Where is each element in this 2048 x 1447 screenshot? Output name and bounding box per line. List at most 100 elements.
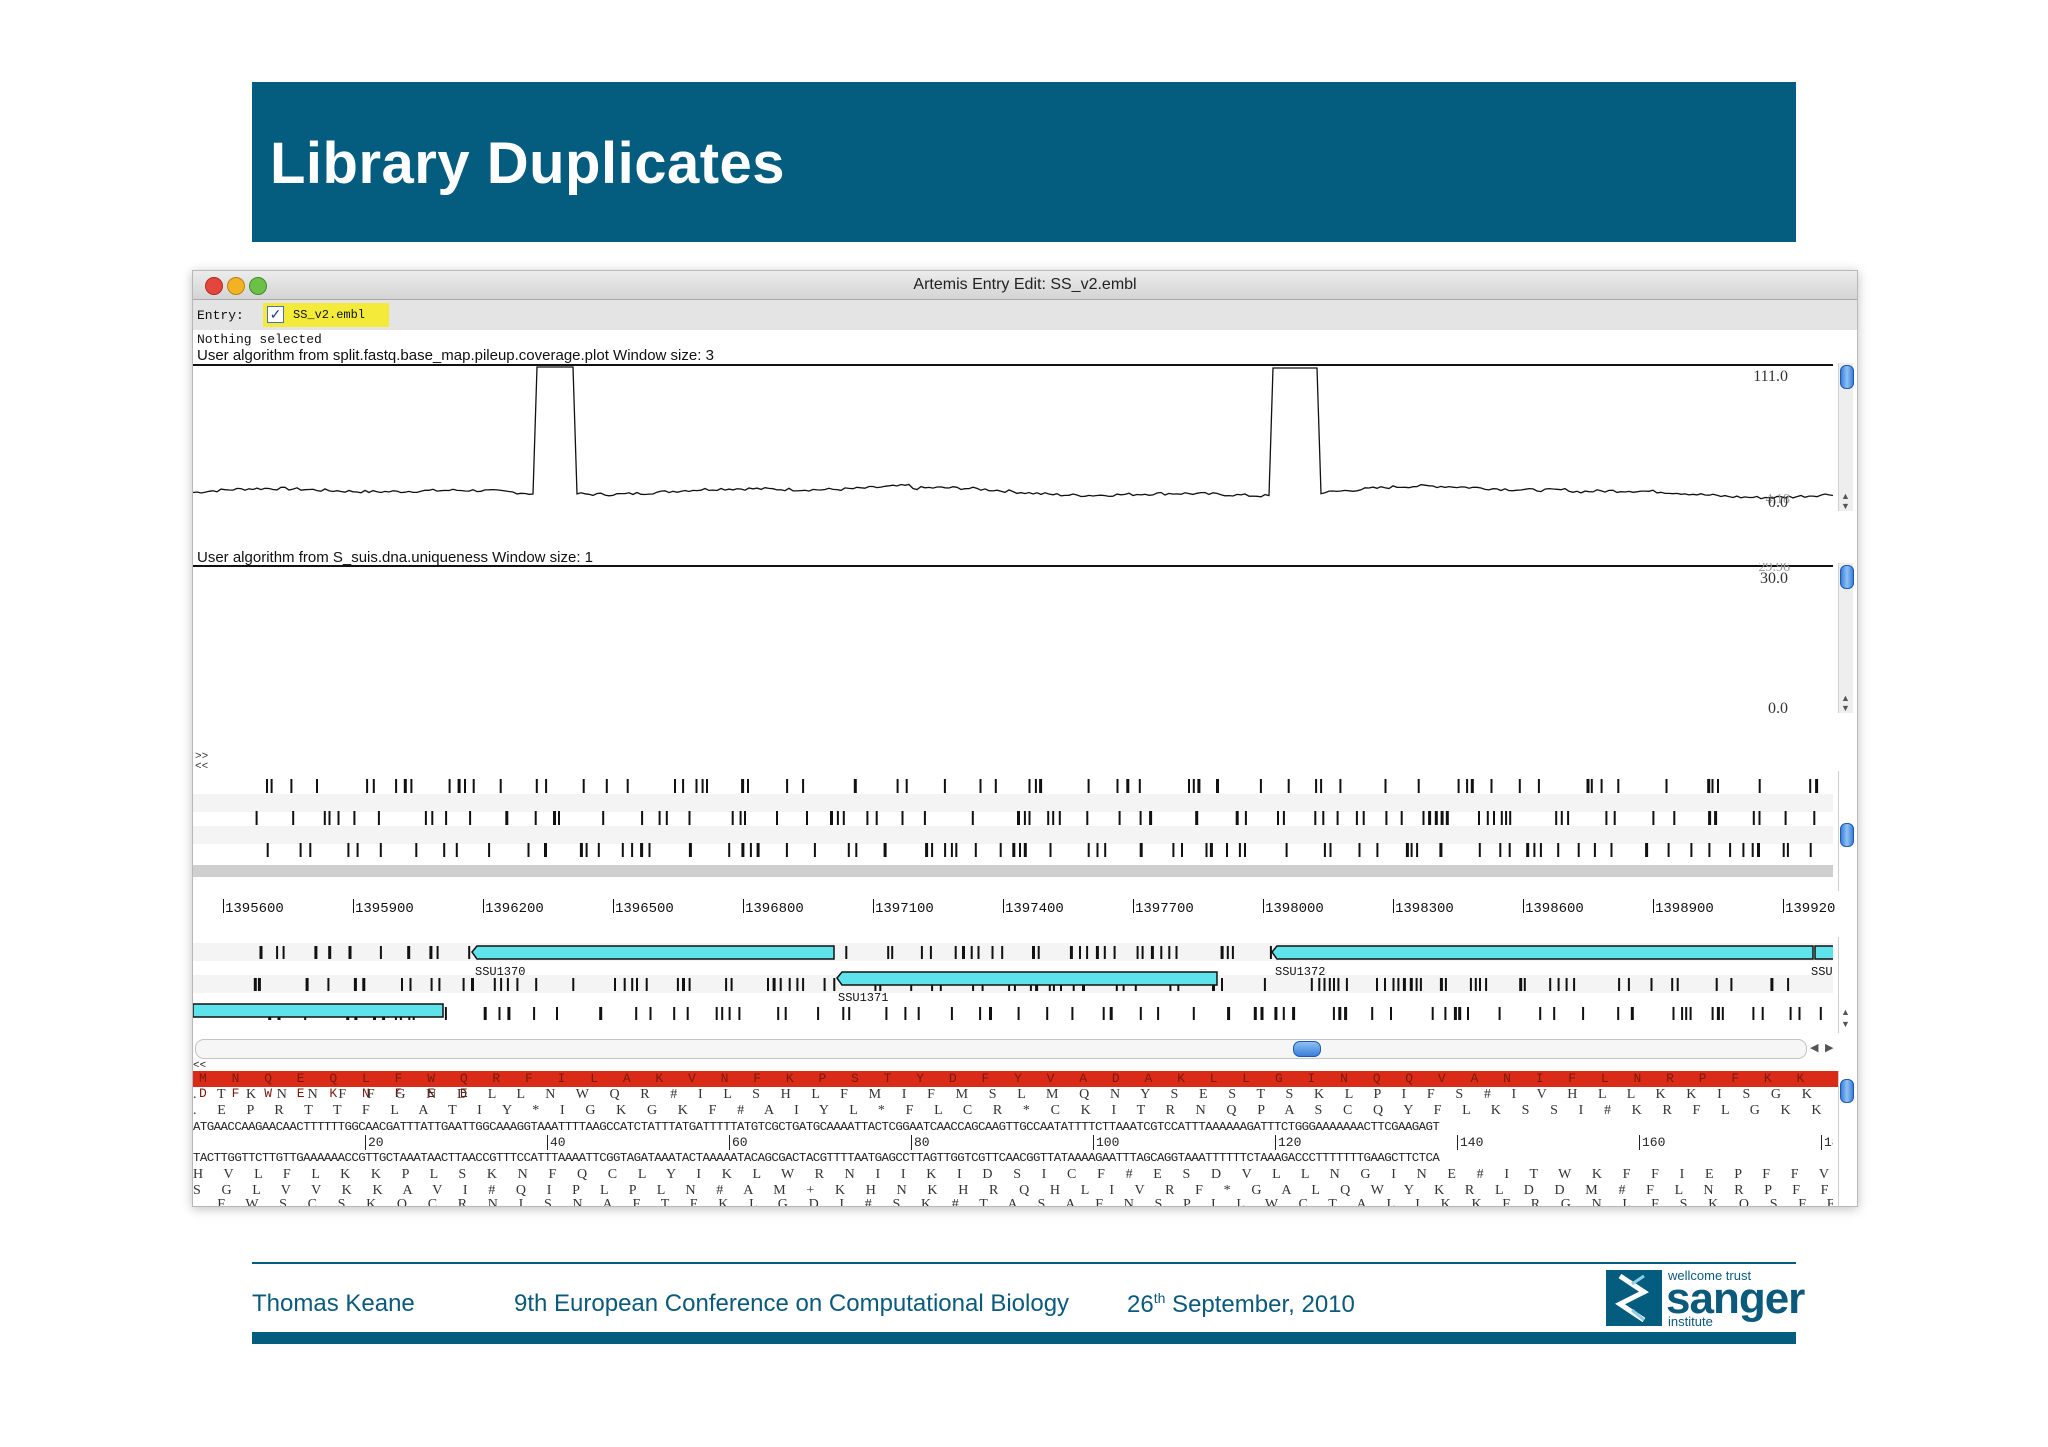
- stop-codon-mark: [1102, 1007, 1105, 1020]
- stop-codon-mark: [1087, 779, 1090, 793]
- scroll-up-icon[interactable]: ▲: [1841, 693, 1850, 703]
- scroll-down-icon[interactable]: ▼: [1841, 703, 1850, 713]
- stop-codon-mark: [443, 843, 446, 857]
- entry-bar: Entry: ✓ SS_v2.embl: [193, 300, 1857, 330]
- stop-codon-mark: [507, 1007, 511, 1020]
- entry-label: Entry:: [197, 308, 244, 323]
- coverage-scrollbar[interactable]: ▲ ▼: [1838, 363, 1854, 511]
- stop-codon-mark: [455, 843, 458, 857]
- entry-checkbox[interactable]: ✓: [267, 306, 284, 323]
- stop-codon-mark: [323, 811, 326, 825]
- stop-codon-mark: [887, 946, 890, 959]
- uniqueness-scroll-knob[interactable]: [1840, 565, 1854, 589]
- stop-codon-mark: [535, 978, 538, 991]
- entry-name[interactable]: SS_v2.embl: [293, 308, 365, 322]
- stop-codon-mark: [971, 811, 974, 825]
- stop-codon-mark: [445, 811, 448, 825]
- stop-codon-mark: [372, 779, 375, 793]
- stop-codon-mark: [1671, 978, 1674, 991]
- stop-codon-mark: [1721, 1007, 1724, 1020]
- stop-codon-mark: [1469, 978, 1472, 991]
- scale-tick-label: 1397700: [1135, 901, 1194, 917]
- stop-codon-mark: [462, 978, 465, 991]
- stop-codon-mark: [855, 843, 858, 857]
- stop-codon-mark: [728, 1007, 731, 1020]
- stop-codon-mark: [1533, 843, 1536, 857]
- stop-codon-mark: [741, 843, 745, 857]
- scale-tick-label: 1396200: [485, 901, 544, 917]
- stop-codon-mark: [533, 1007, 536, 1020]
- stop-codon-mark: [1557, 843, 1560, 857]
- stop-codon-mark: [1285, 843, 1288, 857]
- scroll-left-icon[interactable]: ◀: [1810, 1041, 1818, 1054]
- scroll-down-icon[interactable]: ▼: [1841, 501, 1850, 511]
- frame-scrollbar[interactable]: [1838, 771, 1854, 891]
- stop-codon-mark: [257, 978, 261, 991]
- stop-codon-mark: [1593, 843, 1596, 857]
- highlighted-translation[interactable]: M N Q E Q L F W Q R F I L A K V N F K P …: [193, 1071, 1843, 1101]
- coverage-scroll-knob[interactable]: [1840, 365, 1854, 389]
- stop-codon-mark: [1017, 1007, 1020, 1020]
- stop-codon-mark: [695, 779, 698, 793]
- stop-codon-mark: [974, 843, 977, 857]
- sequence-ruler-mark: 40: [547, 1135, 566, 1150]
- sequence-scrollbar[interactable]: [1838, 1071, 1854, 1206]
- stop-codon-mark: [813, 843, 816, 857]
- stop-codon-mark: [977, 946, 980, 959]
- stop-codon-mark: [1445, 811, 1449, 825]
- forward-dna-strand[interactable]: ATGAACCAAGAACAACTTTTTTGGCAACGATTTATTGAAT…: [193, 1120, 1833, 1134]
- stop-codon-mark: [645, 978, 648, 991]
- coverage-line: [193, 366, 1833, 500]
- sequence-ruler-mark: 100: [1093, 1135, 1119, 1150]
- reverse-translation-3[interactable]: . F W S C S K Q C R N I S N A F T F K L …: [193, 1197, 1833, 1206]
- scroll-right-icon[interactable]: ▶: [1825, 1041, 1833, 1054]
- coverage-plot[interactable]: 111.0 4.18 0.0: [193, 363, 1833, 513]
- feature-tracks[interactable]: SSU1370 SSU1371 SSU1372 SSU: [193, 935, 1833, 1035]
- stop-codon-mark: [1618, 978, 1621, 991]
- stop-codon-mark: [1417, 779, 1420, 793]
- stop-codon-mark: [253, 978, 257, 991]
- stop-codon-mark: [931, 843, 934, 857]
- stop-codon-mark: [1086, 811, 1089, 825]
- stop-codon-mark: [1689, 1007, 1692, 1020]
- stop-codon-mark: [636, 978, 638, 991]
- stop-codon-mark: [1439, 843, 1443, 857]
- scale-tick: [1263, 899, 1264, 913]
- stop-codon-mark: [970, 946, 973, 959]
- uniqueness-scrollbar[interactable]: ▲ ▼: [1838, 563, 1854, 713]
- translation-frame-2[interactable]: . T K N N F F G N D L L N W Q R # I L S …: [193, 1087, 1833, 1103]
- stop-codon-mark: [1815, 779, 1819, 793]
- forward-frame-tracks[interactable]: >> <<: [193, 749, 1833, 879]
- horizontal-scroll-knob[interactable]: [1293, 1041, 1321, 1057]
- stop-codon-mark: [1400, 811, 1403, 825]
- feature-scrollbar[interactable]: ▲ ▼: [1838, 937, 1853, 1033]
- stop-codon-mark: [299, 843, 302, 857]
- frame-scroll-knob[interactable]: [1840, 823, 1854, 847]
- stop-codon-mark: [1717, 779, 1719, 793]
- stop-codon-mark: [1071, 1007, 1074, 1020]
- sequence-scroll-knob[interactable]: [1840, 1079, 1854, 1103]
- stop-codon-mark: [701, 779, 704, 793]
- stop-codon-mark: [923, 811, 926, 825]
- stop-codon-mark: [767, 978, 769, 991]
- translation-frame-3[interactable]: . E P R T T F L A T I Y * I G K G K F # …: [193, 1103, 1833, 1119]
- stop-codon-mark: [1730, 978, 1733, 991]
- reverse-translation-1[interactable]: H V L F L K K P L S K N F Q C L Y I K L …: [193, 1167, 1833, 1183]
- scroll-up-icon[interactable]: ▲: [1841, 1007, 1850, 1017]
- stop-codon-mark: [1787, 978, 1790, 991]
- stop-codon-mark: [1259, 779, 1262, 793]
- scroll-down-icon[interactable]: ▼: [1841, 1019, 1850, 1029]
- uniqueness-plot[interactable]: 29.96 30.0 0.0: [193, 563, 1833, 715]
- scale-tick: [1133, 899, 1134, 913]
- reverse-dna-strand[interactable]: TACTTGGTTCTTGTTGAAAAAACCGTTGCTAAATAACTTA…: [193, 1151, 1833, 1165]
- stop-codon-mark: [1019, 843, 1021, 857]
- scroll-up-icon[interactable]: ▲: [1841, 491, 1850, 501]
- stop-codon-mark: [424, 811, 427, 825]
- stop-codon-mark: [1758, 811, 1761, 825]
- stop-codon-mark: [1336, 811, 1339, 825]
- stop-codon-mark: [305, 978, 309, 991]
- horizontal-scrollbar[interactable]: [195, 1039, 1807, 1059]
- stop-codon-mark: [579, 843, 583, 857]
- stop-codon-mark: [1079, 946, 1081, 959]
- stop-codon-mark: [1439, 978, 1443, 991]
